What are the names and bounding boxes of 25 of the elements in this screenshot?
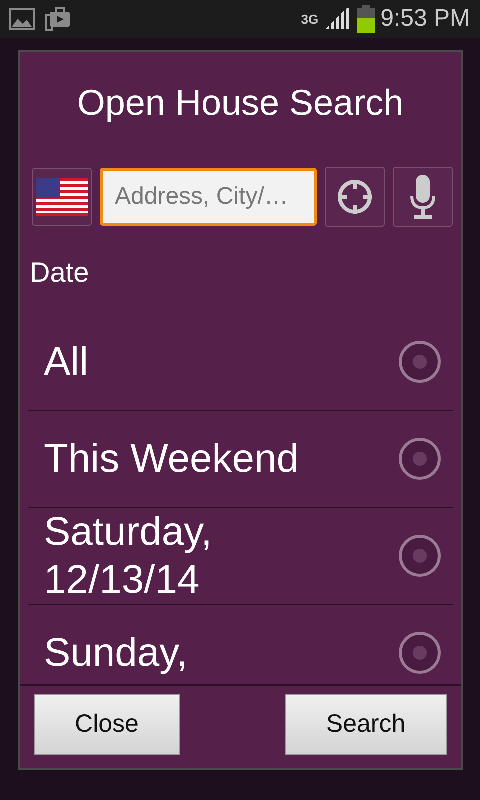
radio-button[interactable] <box>399 535 441 577</box>
country-flag-button[interactable] <box>32 168 92 226</box>
address-input-field[interactable]: Address, City/… <box>100 168 317 226</box>
dialog-title: Open House Search <box>76 81 405 125</box>
microphone-icon <box>409 174 437 220</box>
radio-button[interactable] <box>399 632 441 674</box>
section-label: Date <box>29 256 90 290</box>
image-icon <box>9 8 35 30</box>
network-label: 3G <box>301 12 319 26</box>
locate-button[interactable] <box>325 167 385 227</box>
battery-icon <box>356 5 375 33</box>
option-label: Saturday, 12/13/14 <box>44 509 214 604</box>
clock-time: 9:53 PM <box>380 5 470 33</box>
option-label: This Weekend <box>44 436 299 483</box>
voice-button[interactable] <box>393 167 453 227</box>
crosshair-icon <box>335 177 375 217</box>
video-bag-icon <box>45 7 71 31</box>
radio-button[interactable] <box>399 341 441 383</box>
close-button[interactable]: Close <box>34 694 180 755</box>
radio-button[interactable] <box>399 438 441 480</box>
option-label: Sunday, <box>44 630 188 677</box>
signal-icon <box>324 8 351 30</box>
flag-icon <box>36 178 88 216</box>
option-label: All <box>44 339 88 386</box>
search-button[interactable]: Search <box>285 694 447 755</box>
